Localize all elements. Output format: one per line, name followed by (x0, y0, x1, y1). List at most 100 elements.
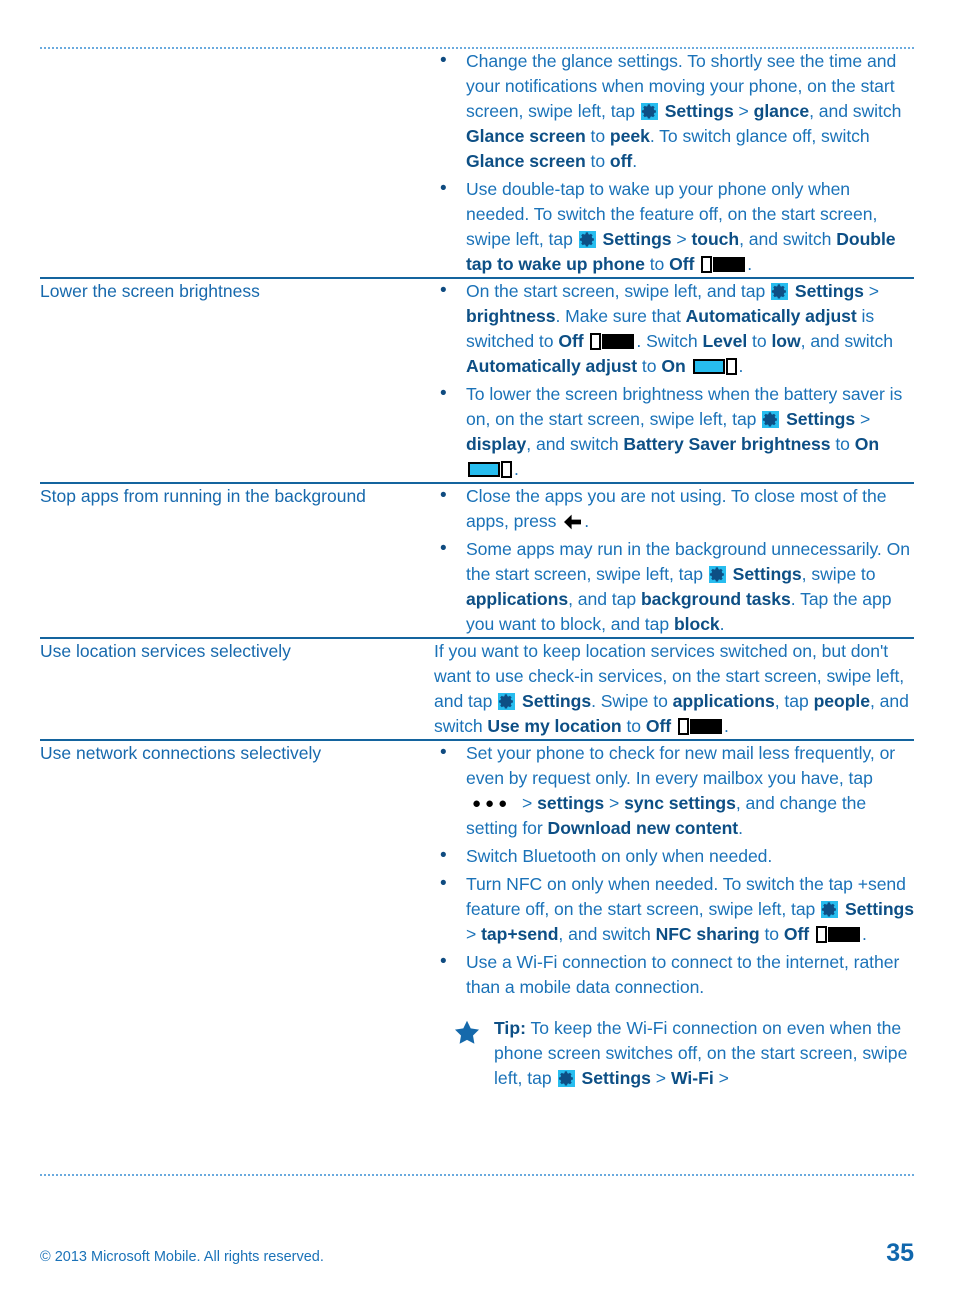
row-term-cell: Use network connections selectively (40, 739, 430, 1091)
emphasis-text: Settings (732, 564, 802, 584)
row-description-cell: On the start screen, swipe left, and tap… (430, 277, 914, 483)
emphasis-text: On (854, 434, 880, 454)
emphasis-text: applications (466, 589, 569, 609)
settings-gear-icon (762, 411, 780, 428)
list-item: Change the glance settings. To shortly s… (430, 48, 914, 174)
emphasis-text: applications (672, 691, 775, 711)
emphasis-text: Settings (794, 281, 864, 301)
emphasis-text: block (673, 614, 720, 634)
emphasis-text: settings (537, 793, 605, 813)
list-item: Use double-tap to wake up your phone onl… (430, 176, 914, 277)
tip-star-wrapper (454, 1016, 486, 1045)
emphasis-text: Download new content (547, 818, 739, 838)
emphasis-text: Glance screen (466, 151, 586, 171)
row-description-cell: If you want to keep location services sw… (430, 637, 914, 740)
emphasis-text: Settings (786, 409, 856, 429)
emphasis-text: Off (645, 716, 672, 736)
table-row: Change the glance settings. To shortly s… (40, 48, 914, 278)
emphasis-text: display (466, 434, 527, 454)
toggle-switch-off-icon (677, 718, 722, 735)
instruction-paragraph: If you want to keep location services sw… (434, 641, 909, 736)
row-term-label: Lower the screen brightness (40, 281, 260, 301)
emphasis-text: Settings (602, 229, 672, 249)
toggle-switch-off-icon (590, 333, 635, 350)
list-item: Turn NFC on only when needed. To switch … (430, 871, 914, 947)
emphasis-text: Glance screen (466, 126, 586, 146)
tip-text: Tip: To keep the Wi-Fi connection on eve… (494, 1018, 908, 1088)
tip-callout: Tip: To keep the Wi-Fi connection on eve… (430, 1016, 914, 1091)
more-ellipsis-icon: ●●● (472, 795, 512, 812)
list-item: To lower the screen brightness when the … (430, 381, 914, 482)
toggle-switch-on-icon (468, 461, 512, 478)
emphasis-text: NFC sharing (655, 924, 760, 944)
emphasis-text: Settings (844, 899, 914, 919)
document-page: Change the glance settings. To shortly s… (0, 47, 954, 1304)
emphasis-text: off (609, 151, 633, 171)
copyright-notice: © 2013 Microsoft Mobile. All rights rese… (40, 1249, 324, 1265)
page-bottom-divider (40, 1174, 914, 1176)
emphasis-text: brightness (466, 306, 556, 326)
list-item: Use a Wi-Fi connection to connect to the… (430, 949, 914, 1000)
settings-gear-icon (640, 103, 658, 120)
back-arrow-icon (563, 514, 582, 530)
toggle-switch-off-icon (701, 256, 746, 273)
toggle-switch-off-icon (815, 926, 860, 943)
instruction-list: Set your phone to check for new mail les… (430, 740, 914, 1000)
settings-gear-icon (498, 693, 516, 710)
settings-gear-icon (821, 901, 839, 918)
toggle-switch-on-icon (692, 358, 737, 375)
table-row: Stop apps from running in the background… (40, 482, 914, 638)
row-term-cell: Lower the screen brightness (40, 277, 430, 483)
row-term-cell: Stop apps from running in the background (40, 482, 430, 638)
emphasis-text: Level (702, 331, 748, 351)
emphasis-text: Settings (664, 101, 734, 121)
list-item: Some apps may run in the background unne… (430, 536, 914, 637)
emphasis-text: Automatically adjust (466, 356, 638, 376)
settings-reference-table: Change the glance settings. To shortly s… (40, 48, 914, 1091)
emphasis-text: Tip: (494, 1018, 526, 1038)
instruction-list: Change the glance settings. To shortly s… (430, 48, 914, 277)
list-item: Switch Bluetooth on only when needed. (430, 843, 914, 869)
table-row: Lower the screen brightness On the start … (40, 277, 914, 483)
list-item: Set your phone to check for new mail les… (430, 740, 914, 841)
emphasis-text: background tasks (640, 589, 791, 609)
emphasis-text: low (771, 331, 801, 351)
emphasis-text: Wi-Fi (670, 1068, 714, 1088)
emphasis-text: peek (609, 126, 650, 146)
row-term-cell (40, 49, 430, 278)
emphasis-text: On (661, 356, 686, 376)
emphasis-text: Off (558, 331, 584, 351)
table-row: Use location services selectively If you … (40, 637, 914, 740)
row-description-cell: Set your phone to check for new mail les… (430, 739, 914, 1091)
list-item: Close the apps you are not using. To clo… (430, 483, 914, 534)
emphasis-text: Battery Saver brightness (623, 434, 831, 454)
settings-gear-icon (578, 231, 596, 248)
emphasis-text: sync settings (624, 793, 736, 813)
emphasis-text: Settings (522, 691, 592, 711)
instruction-list: On the start screen, swipe left, and tap… (430, 278, 914, 482)
settings-gear-icon (708, 566, 726, 583)
page-number: 35 (886, 1239, 914, 1267)
row-term-label: Use location services selectively (40, 641, 291, 661)
tip-star-icon (454, 1020, 486, 1045)
list-item: On the start screen, swipe left, and tap… (430, 278, 914, 379)
settings-gear-icon (557, 1070, 575, 1087)
emphasis-text: touch (691, 229, 740, 249)
row-description-cell: Change the glance settings. To shortly s… (430, 48, 914, 278)
instruction-list: Close the apps you are not using. To clo… (430, 483, 914, 637)
emphasis-text: Automatically adjust (685, 306, 857, 326)
row-term-label: Use network connections selectively (40, 743, 322, 763)
emphasis-text: Off (669, 254, 695, 274)
row-term-cell: Use location services selectively (40, 637, 430, 740)
emphasis-text: glance (753, 101, 810, 121)
emphasis-text: tap+send (481, 924, 559, 944)
row-term-label: Stop apps from running in the background (40, 486, 366, 506)
emphasis-text: Settings (581, 1068, 651, 1088)
emphasis-text: people (813, 691, 870, 711)
settings-gear-icon (771, 283, 789, 300)
table-row: Use network connections selectively Set y… (40, 739, 914, 1091)
row-description-cell: Close the apps you are not using. To clo… (430, 482, 914, 638)
emphasis-text: Off (783, 924, 810, 944)
emphasis-text: Use my location (487, 716, 622, 736)
page-footer: © 2013 Microsoft Mobile. All rights rese… (40, 1239, 914, 1268)
